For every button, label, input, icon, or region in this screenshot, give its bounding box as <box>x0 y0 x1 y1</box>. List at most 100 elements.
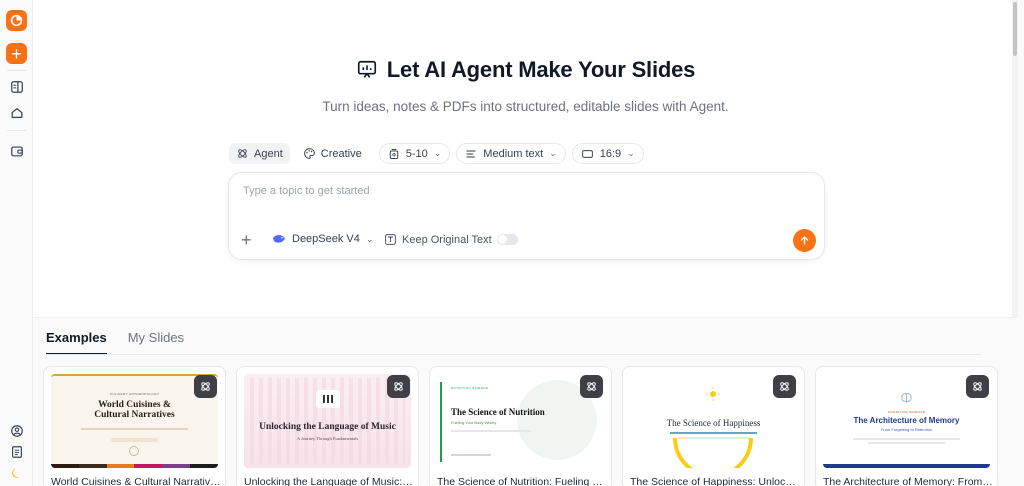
aspect-ratio-icon <box>581 149 593 158</box>
keep-original-label: Keep Original Text <box>402 233 492 246</box>
thumb-title: World Cuisines & Cultural Narratives <box>94 400 175 420</box>
thumb-accent-bar <box>440 382 442 462</box>
chevron-down-icon: ⌄ <box>433 148 442 158</box>
topic-input[interactable] <box>243 185 803 197</box>
agent-icon <box>238 149 247 158</box>
sidebar-item-wallet[interactable] <box>6 140 27 161</box>
tab-examples[interactable]: Examples <box>46 330 107 355</box>
text-amount-select[interactable]: Medium text ⌄ <box>456 143 566 164</box>
examples-tabs: Examples My Slides <box>46 330 184 355</box>
home-icon <box>11 107 22 118</box>
card-title: The Architecture of Memory: From Forgett… <box>823 476 993 486</box>
example-card[interactable]: CULINARY ANTHROPOLOGY World Cuisines & Cu… <box>43 366 226 486</box>
text-amount-value: Medium text <box>483 147 544 160</box>
thumb-subtitle: Fueling Your Body Wisely <box>451 420 497 425</box>
agent-badge <box>387 375 410 398</box>
document-icon <box>11 445 22 458</box>
card-title: The Science of Nutrition: Fueling Your B… <box>437 476 607 486</box>
thumb-line <box>451 454 491 456</box>
mode-agent-label: Agent <box>254 147 283 160</box>
plus-icon: + <box>241 230 252 250</box>
example-card[interactable]: COGNITIVE SCIENCE The Architecture of Me… <box>815 366 998 486</box>
agent-icon <box>201 382 210 391</box>
moon-icon <box>11 467 20 478</box>
thumb-line <box>81 428 188 430</box>
thumb-footer-bar <box>823 464 990 468</box>
generation-options: Agent Creative 5-10 ⌄ Medium text ⌄ 16:9… <box>229 143 644 164</box>
example-card[interactable]: The Science of Happiness The Science of … <box>622 366 805 486</box>
page-subtitle: Turn ideas, notes & PDFs into structured… <box>322 99 729 114</box>
app-logo[interactable] <box>6 10 27 31</box>
text-lines-icon <box>466 149 476 158</box>
text-box-icon <box>385 234 396 245</box>
palette-icon <box>303 148 315 159</box>
tabs-divider <box>46 354 981 355</box>
mode-creative-label: Creative <box>320 147 362 160</box>
chevron-down-icon: ⌄ <box>627 148 635 158</box>
send-button[interactable] <box>793 229 816 252</box>
agent-icon <box>587 382 596 391</box>
agent-badge <box>966 375 989 398</box>
thumb-line <box>868 442 945 444</box>
thumb-line <box>678 437 749 439</box>
example-card[interactable]: NUTRITION SCIENCE The Science of Nutriti… <box>429 366 612 486</box>
tab-my-slides[interactable]: My Slides <box>128 330 184 355</box>
slide-thumbnail: CULINARY ANTHROPOLOGY World Cuisines & Cu… <box>51 374 218 468</box>
app-window: + Let AI Agent Make Your Slides Turn ide… <box>0 0 1024 486</box>
panel-icon <box>10 80 23 93</box>
arrow-up-icon <box>800 236 809 245</box>
theme-toggle-button[interactable] <box>6 462 27 483</box>
thumb-title: The Science of Happiness <box>666 418 761 428</box>
prompt-box: + DeepSeek V4 ⌄ Keep Original Text <box>228 172 825 260</box>
keep-original-toggle[interactable] <box>496 234 518 245</box>
agent-icon <box>780 382 789 391</box>
sidebar-item-docs[interactable] <box>6 441 27 462</box>
thumb-line <box>451 430 531 432</box>
slides-count-icon <box>389 148 398 159</box>
wallet-icon <box>10 145 23 156</box>
thumb-line <box>111 438 158 442</box>
agent-badge <box>580 375 603 398</box>
sidebar-item-account[interactable] <box>6 420 27 441</box>
model-select[interactable]: DeepSeek V4 ⌄ <box>272 233 373 245</box>
pie-chart-logo-icon <box>10 14 23 27</box>
slide-thumbnail: COGNITIVE SCIENCE The Architecture of Me… <box>823 374 990 468</box>
thumb-piano-icon <box>316 390 340 408</box>
sidebar-item-layout[interactable] <box>6 76 27 97</box>
sidebar-item-home[interactable] <box>6 102 27 123</box>
sidebar-divider <box>7 130 26 131</box>
attach-button[interactable]: + <box>241 231 252 249</box>
sidebar-divider <box>7 70 26 71</box>
hero-heading: Let AI Agent Make Your Slides <box>33 57 1018 83</box>
presentation-icon <box>357 60 376 78</box>
agent-badge <box>194 375 217 398</box>
thumb-title: The Architecture of Memory <box>853 416 960 425</box>
thumb-line <box>670 432 757 434</box>
thumb-kicker: NUTRITION SCIENCE <box>451 386 489 390</box>
deepseek-whale-icon <box>273 235 285 243</box>
mode-agent-button[interactable]: Agent <box>229 143 290 164</box>
page-title: Let AI Agent Make Your Slides <box>386 57 696 82</box>
slide-thumbnail: The Science of Happiness <box>630 374 797 468</box>
example-card[interactable]: Unlocking the Language of Music A Journe… <box>236 366 419 486</box>
thumb-seal <box>129 446 139 456</box>
mode-creative-button[interactable]: Creative <box>296 143 369 164</box>
card-title: World Cuisines & Cultural Narratives <box>51 476 221 486</box>
slide-count-select[interactable]: 5-10 ⌄ <box>378 143 451 164</box>
thumb-title: The Science of Nutrition <box>451 407 545 417</box>
aspect-ratio-value: 16:9 <box>599 147 622 160</box>
thumb-subtitle: A Journey Through Fundamentals <box>296 436 359 441</box>
new-slides-button[interactable]: + <box>6 43 27 64</box>
brain-icon <box>901 393 912 403</box>
slide-count-value: 5-10 <box>405 147 428 160</box>
thumb-subtitle: From Forgetting to Retention <box>880 427 933 432</box>
card-title: The Science of Happiness: Unlocking Your… <box>630 476 800 486</box>
aspect-ratio-select[interactable]: 16:9 ⌄ <box>571 143 644 164</box>
agent-icon <box>394 382 403 391</box>
thumb-color-bar <box>51 464 218 468</box>
slide-thumbnail: NUTRITION SCIENCE The Science of Nutriti… <box>437 374 604 468</box>
user-icon <box>10 424 23 437</box>
card-title: Unlocking the Language of Music: A Journ… <box>244 476 414 486</box>
chevron-down-icon: ⌄ <box>365 233 374 244</box>
scrollbar-thumb[interactable] <box>1013 2 1017 56</box>
